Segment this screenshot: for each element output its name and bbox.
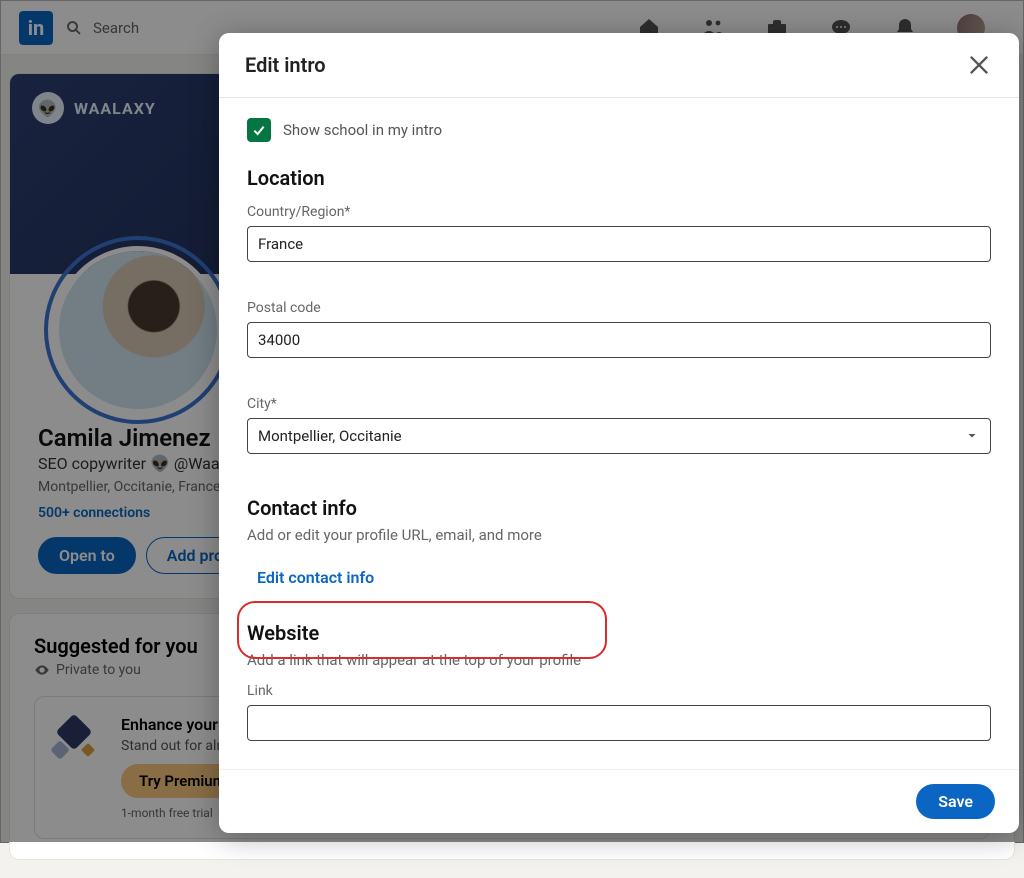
contact-info-sub: Add or edit your profile URL, email, and…: [247, 526, 991, 544]
contact-info-heading: Contact info: [247, 496, 991, 520]
checkbox-checked-icon[interactable]: [247, 118, 271, 142]
location-heading: Location: [247, 166, 991, 190]
modal-title: Edit intro: [245, 53, 326, 77]
modal-footer: Save: [219, 769, 1019, 833]
link-label: Link: [247, 683, 991, 699]
show-school-checkbox-row[interactable]: Show school in my intro: [247, 118, 991, 142]
country-label: Country/Region*: [247, 204, 991, 220]
city-label: City*: [247, 396, 991, 412]
save-button[interactable]: Save: [916, 784, 995, 819]
modal-body[interactable]: Show school in my intro Location Country…: [219, 98, 1019, 769]
close-icon[interactable]: [965, 51, 993, 79]
modal-header: Edit intro: [219, 33, 1019, 98]
postal-label: Postal code: [247, 300, 991, 316]
website-sub: Add a link that will appear at the top o…: [247, 651, 991, 669]
edit-contact-info-link[interactable]: Edit contact info: [257, 568, 374, 587]
city-select[interactable]: [247, 418, 991, 454]
website-link-input[interactable]: [247, 705, 991, 741]
postal-input[interactable]: [247, 322, 991, 358]
edit-intro-modal: Edit intro Show school in my intro Locat…: [219, 33, 1019, 833]
website-heading: Website: [247, 621, 991, 645]
country-input[interactable]: [247, 226, 991, 262]
show-school-label: Show school in my intro: [283, 121, 442, 139]
